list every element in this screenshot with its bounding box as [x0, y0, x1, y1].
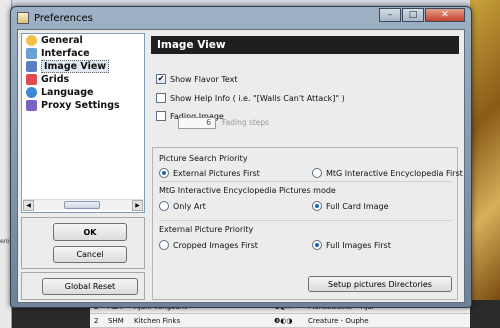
- cropped-images-first-radio[interactable]: [159, 240, 169, 250]
- full-card-image-label: Full Card Image: [326, 201, 389, 211]
- nav-item-proxy-settings[interactable]: Proxy Settings: [22, 99, 144, 112]
- page-title: Image View: [151, 36, 459, 54]
- divider: [159, 220, 451, 221]
- only-art-option[interactable]: Only Art: [159, 201, 206, 211]
- fading-steps-input[interactable]: 6: [178, 117, 216, 129]
- full-images-first-radio[interactable]: [312, 240, 322, 250]
- external-pictures-first-label: External Pictures First: [173, 168, 260, 178]
- nav-item-interface[interactable]: Interface: [22, 47, 144, 60]
- language-icon: [26, 87, 37, 98]
- show-help-info-checkbox[interactable]: [156, 93, 166, 103]
- nav-item-image-view[interactable]: Image View: [22, 60, 144, 73]
- grids-icon: [26, 74, 37, 85]
- show-flavor-text-checkbox[interactable]: ✔: [156, 74, 166, 84]
- reset-panel: Global Reset: [21, 272, 145, 300]
- full-card-image-option[interactable]: Full Card Image: [312, 201, 389, 211]
- cropped-images-first-option[interactable]: Cropped Images First: [159, 240, 258, 250]
- full-images-first-label: Full Images First: [326, 240, 391, 250]
- external-pictures-first-option[interactable]: External Pictures First: [159, 168, 260, 178]
- scroll-track[interactable]: [34, 200, 132, 210]
- scroll-right-button[interactable]: ▶: [132, 200, 143, 211]
- cell-type: Creature - Ouphe: [308, 316, 369, 325]
- cell-qty: 2: [94, 316, 99, 325]
- dialog-title: Preferences: [34, 12, 93, 24]
- show-flavor-text-option[interactable]: ✔ Show Flavor Text: [156, 74, 238, 84]
- full-images-first-option[interactable]: Full Images First: [312, 240, 391, 250]
- nav-item-label: Proxy Settings: [41, 100, 120, 111]
- nav-horizontal-scrollbar[interactable]: ◀ ▶: [23, 199, 143, 211]
- full-card-image-radio[interactable]: [312, 201, 322, 211]
- interface-icon: [26, 48, 37, 59]
- cropped-images-first-label: Cropped Images First: [173, 240, 258, 250]
- nav-item-label: Interface: [41, 48, 90, 59]
- divider: [159, 181, 451, 182]
- title-bar[interactable]: Preferences – □ ✕: [11, 7, 471, 29]
- nav-item-label: Image View: [41, 60, 110, 73]
- external-pictures-first-radio[interactable]: [159, 168, 169, 178]
- image-view-icon: [26, 61, 37, 72]
- preferences-nav: General Interface Image View Grids Langu…: [21, 33, 145, 213]
- proxy-settings-icon: [26, 100, 37, 111]
- nav-item-label: Language: [41, 87, 94, 98]
- external-picture-priority-label: External Picture Priority: [159, 225, 254, 234]
- cell-cost: ❸◐◑: [274, 316, 293, 325]
- close-button[interactable]: ✕: [425, 8, 465, 22]
- scroll-thumb[interactable]: [64, 201, 100, 209]
- only-art-label: Only Art: [173, 201, 206, 211]
- preferences-dialog: Preferences – □ ✕ General Interface Imag…: [10, 6, 472, 308]
- background-card-art: [470, 0, 500, 300]
- caption-buttons: – □ ✕: [378, 8, 465, 22]
- encyclopedia-first-label: MtG Interactive Encyclopedia First: [326, 168, 463, 178]
- nav-item-grids[interactable]: Grids: [22, 73, 144, 86]
- cancel-button[interactable]: Cancel: [53, 246, 127, 263]
- global-reset-button[interactable]: Global Reset: [42, 278, 138, 295]
- general-icon: [26, 35, 37, 46]
- table-row[interactable]: 2 SHM Kitchen Finks ❸◐◑ Creature - Ouphe: [90, 314, 470, 328]
- fading-steps-label: Fading steps: [222, 118, 270, 127]
- encyclopedia-mode-label: MtG Interactive Encyclopedia Pictures mo…: [159, 186, 336, 195]
- dialog-client-area: General Interface Image View Grids Langu…: [17, 29, 465, 303]
- action-buttons-panel: OK Cancel: [21, 217, 145, 269]
- show-help-info-option[interactable]: Show Help Info ( i.e. "[Walls Can't Atta…: [156, 93, 345, 103]
- nav-item-language[interactable]: Language: [22, 86, 144, 99]
- scroll-left-button[interactable]: ◀: [23, 200, 34, 211]
- preferences-icon: [17, 12, 29, 24]
- setup-pictures-directories-button[interactable]: Setup pictures Directories: [308, 276, 452, 292]
- background-left-label: ero: [0, 238, 10, 245]
- nav-item-label: Grids: [41, 74, 70, 85]
- ok-button[interactable]: OK: [53, 223, 127, 241]
- encyclopedia-first-option[interactable]: MtG Interactive Encyclopedia First: [312, 168, 463, 178]
- show-flavor-text-label: Show Flavor Text: [170, 74, 238, 84]
- only-art-radio[interactable]: [159, 201, 169, 211]
- show-help-info-label: Show Help Info ( i.e. "[Walls Can't Atta…: [170, 93, 345, 103]
- fading-image-checkbox[interactable]: [156, 111, 166, 121]
- nav-item-general[interactable]: General: [22, 34, 144, 47]
- minimize-button[interactable]: –: [379, 8, 401, 22]
- maximize-button[interactable]: □: [402, 8, 424, 22]
- cell-name: Kitchen Finks: [134, 316, 181, 325]
- cell-set: SHM: [108, 316, 124, 325]
- nav-item-label: General: [41, 35, 83, 46]
- encyclopedia-first-radio[interactable]: [312, 168, 322, 178]
- picture-search-priority-label: Picture Search Priority: [159, 154, 248, 163]
